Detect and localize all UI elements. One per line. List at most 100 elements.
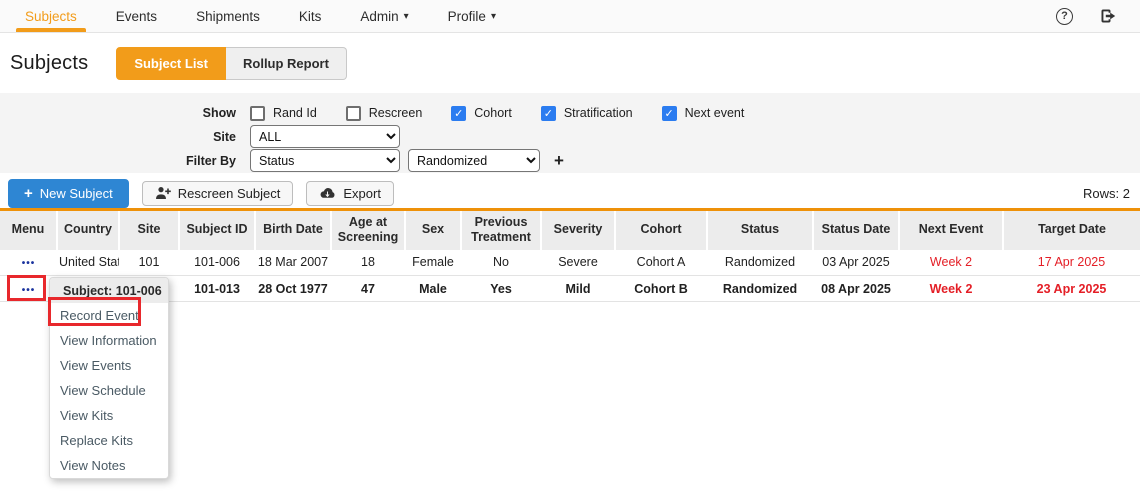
show-checkbox-cohort[interactable]: ✓ Cohort (451, 106, 512, 121)
show-checkbox-stratification[interactable]: ✓ Stratification (541, 106, 633, 121)
filter-by-label: Filter By (0, 154, 250, 168)
menu-item-view-kits[interactable]: View Kits (50, 403, 168, 428)
nav-item-label: Admin (360, 9, 398, 24)
nav-right: ? (1056, 0, 1140, 32)
checkbox-label: Next event (685, 106, 745, 120)
nav-item-label: Events (116, 9, 157, 24)
cell-cohort: Cohort A (615, 250, 707, 276)
checkbox-unchecked-icon (346, 106, 361, 121)
subjects-page: SubjectsEventsShipmentsKitsAdmin▾Profile… (0, 0, 1140, 491)
column-header-birth-date: Birth Date (255, 210, 331, 250)
column-header-country: Country (57, 210, 119, 250)
column-header-next-event: Next Event (899, 210, 1003, 250)
menu-item-view-notes[interactable]: View Notes (50, 453, 168, 478)
cell-status: Randomized (707, 250, 813, 276)
show-checkbox-next-event[interactable]: ✓ Next event (662, 106, 745, 121)
column-header-menu: Menu (0, 210, 57, 250)
top-nav: SubjectsEventsShipmentsKitsAdmin▾Profile… (0, 0, 1140, 33)
context-menu-header: Subject: 101-006 (50, 278, 168, 303)
cell-status: Randomized (707, 276, 813, 302)
column-header-site: Site (119, 210, 179, 250)
filter-bar: Show Rand IdRescreen✓Cohort✓Stratificati… (0, 93, 1140, 173)
tab-subject-list[interactable]: Subject List (116, 47, 226, 80)
add-filter-icon[interactable]: + (554, 152, 564, 169)
menu-item-replace-kits[interactable]: Replace Kits (50, 428, 168, 453)
rows-count: Rows: 2 (1083, 186, 1130, 201)
cloud-download-icon (319, 187, 336, 200)
site-select[interactable]: ALL (250, 125, 400, 148)
cell-status-date: 03 Apr 2025 (813, 250, 899, 276)
table-header-row: MenuCountrySiteSubject IDBirth DateAge a… (0, 210, 1140, 250)
cell-previous-treatment: No (461, 250, 541, 276)
nav-item-profile[interactable]: Profile ▾ (448, 0, 496, 32)
toolbar: + New Subject Rescreen Subject Export (0, 178, 1140, 208)
nav-item-label: Shipments (196, 9, 260, 24)
show-checkboxes: Rand Id Rescreen ✓ Cohort ✓ Stratification ✓ Ne… (250, 106, 773, 121)
cell-severity: Mild (541, 276, 615, 302)
cell-subject-id: 101-013 (179, 276, 255, 302)
column-header-previous-treatment: Previous Treatment (461, 210, 541, 250)
filter-value-select[interactable]: Randomized (408, 149, 540, 172)
nav-item-admin[interactable]: Admin ▾ (360, 0, 408, 32)
table-body: •••United States101101-00618 Mar 200718F… (0, 250, 1140, 302)
cell-previous-treatment: Yes (461, 276, 541, 302)
show-checkbox-rand-id[interactable]: Rand Id (250, 106, 317, 121)
cell-sex: Female (405, 250, 461, 276)
menu-item-view-information[interactable]: View Information (50, 328, 168, 353)
checkbox-label: Cohort (474, 106, 512, 120)
cell-age-at-screening: 47 (331, 276, 405, 302)
cell-next-event: Week 2 (899, 250, 1003, 276)
checkbox-checked-icon: ✓ (662, 106, 677, 121)
cell-target-date: 17 Apr 2025 (1003, 250, 1140, 276)
subjects-table: MenuCountrySiteSubject IDBirth DateAge a… (0, 208, 1140, 302)
logout-icon[interactable] (1099, 8, 1118, 24)
page-title: Subjects (10, 52, 88, 75)
menu-item-view-events[interactable]: View Events (50, 353, 168, 378)
cell-severity: Severe (541, 250, 615, 276)
cell-site: 101 (119, 250, 179, 276)
column-header-subject-id: Subject ID (179, 210, 255, 250)
nav-item-label: Subjects (25, 9, 77, 24)
ellipsis-icon: ••• (22, 285, 36, 296)
column-header-target-date: Target Date (1003, 210, 1140, 250)
column-header-status-date: Status Date (813, 210, 899, 250)
menu-item-view-schedule[interactable]: View Schedule (50, 378, 168, 403)
filter-field-select[interactable]: Status (250, 149, 400, 172)
column-header-sex: Sex (405, 210, 461, 250)
row-context-menu: Subject: 101-006 Record EventView Inform… (49, 277, 169, 479)
show-checkbox-rescreen[interactable]: Rescreen (346, 106, 423, 121)
table-row: •••United States101101-00618 Mar 200718F… (0, 250, 1140, 276)
nav-item-kits[interactable]: Kits (299, 0, 322, 32)
export-label: Export (343, 186, 381, 201)
nav-item-subjects[interactable]: Subjects (25, 0, 77, 32)
nav-item-label: Profile (448, 9, 486, 24)
chevron-down-icon: ▾ (404, 11, 409, 22)
column-header-cohort: Cohort (615, 210, 707, 250)
column-header-age-at-screening: Age at Screening (331, 210, 405, 250)
new-subject-button[interactable]: + New Subject (8, 179, 129, 208)
checkbox-label: Stratification (564, 106, 633, 120)
menu-item-record-event[interactable]: Record Event (50, 303, 168, 328)
checkbox-checked-icon: ✓ (541, 106, 556, 121)
rescreen-subject-button[interactable]: Rescreen Subject (142, 181, 294, 206)
nav-items: SubjectsEventsShipmentsKitsAdmin▾Profile… (25, 0, 535, 32)
site-label: Site (0, 130, 250, 144)
help-icon[interactable]: ? (1056, 8, 1073, 25)
cell-status-date: 08 Apr 2025 (813, 276, 899, 302)
cell-sex: Male (405, 276, 461, 302)
chevron-down-icon: ▾ (491, 11, 496, 22)
nav-item-events[interactable]: Events (116, 0, 157, 32)
tab-rollup-report[interactable]: Rollup Report (226, 47, 347, 80)
nav-item-shipments[interactable]: Shipments (196, 0, 260, 32)
cell-age-at-screening: 18 (331, 250, 405, 276)
checkbox-label: Rescreen (369, 106, 423, 120)
checkbox-checked-icon: ✓ (451, 106, 466, 121)
cell-target-date: 23 Apr 2025 (1003, 276, 1140, 302)
export-button[interactable]: Export (306, 181, 394, 206)
nav-item-label: Kits (299, 9, 322, 24)
cell-country: United States (57, 250, 119, 276)
person-add-icon (155, 186, 171, 200)
context-menu-items: Record EventView InformationView EventsV… (50, 303, 168, 478)
page-head: Subjects Subject List Rollup Report (10, 46, 1140, 80)
row-menu-button[interactable]: ••• (0, 250, 57, 276)
